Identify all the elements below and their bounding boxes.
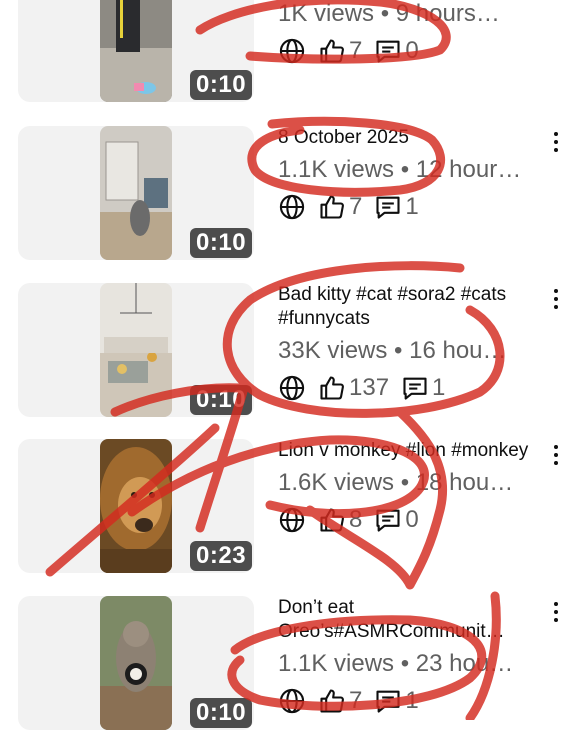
comment-count: 0 [405, 506, 419, 533]
more-options-button[interactable] [549, 602, 563, 628]
globe-icon [278, 37, 306, 65]
video-views-age: 33K views • 16 hou… [278, 337, 507, 364]
video-views-age: 1K views • 9 hours… [278, 0, 500, 27]
globe-icon [278, 687, 306, 715]
video-views-age: 1.6K views • 18 hou… [278, 469, 514, 496]
thumbnail-card[interactable]: 0:10 [18, 126, 254, 260]
comment-icon [401, 374, 429, 402]
duration-badge: 0:23 [190, 541, 253, 571]
comment-icon [374, 37, 402, 65]
video-title[interactable]: 8 October 2025 [278, 126, 544, 150]
duration-badge: 0:10 [190, 698, 253, 728]
comment-icon [374, 506, 402, 534]
thumbs-up-icon [318, 506, 346, 534]
thumbs-up-icon [318, 374, 346, 402]
more-options-button[interactable] [549, 289, 563, 315]
comment-icon [374, 687, 402, 715]
thumbs-up-icon [318, 193, 346, 221]
comment-icon [374, 193, 402, 221]
like-count: 7 [349, 687, 363, 714]
globe-icon [278, 506, 306, 534]
video-row[interactable]: 0:10 8 October 2025 1.1K views • 12 hour… [0, 126, 581, 262]
thumbnail-card[interactable]: 0:10 [18, 283, 254, 417]
video-views-age: 1.1K views • 12 hour… [278, 156, 522, 183]
video-thumbnail[interactable] [100, 283, 172, 417]
like-count: 137 [349, 374, 390, 401]
video-title[interactable]: Bad kitty #cat #sora2 #cats #funnycats [278, 283, 544, 331]
comment-count: 0 [405, 37, 419, 64]
globe-icon [278, 193, 306, 221]
more-options-button[interactable] [549, 132, 563, 158]
thumbnail-card[interactable]: 0:23 [18, 439, 254, 573]
like-count: 8 [349, 506, 363, 533]
video-row[interactable]: 0:10 Don’t eat Oreo’s#ASMRCommunit… 1.1K… [0, 596, 581, 732]
comment-count: 1 [405, 687, 419, 714]
globe-icon [278, 374, 306, 402]
thumbs-up-icon [318, 687, 346, 715]
video-thumbnail[interactable] [100, 126, 172, 260]
comment-count: 1 [405, 193, 419, 220]
video-row[interactable]: 0:23 Lion v monkey #lion #monkey 1.6K vi… [0, 439, 581, 575]
thumbnail-card[interactable]: 0:10 [18, 596, 254, 730]
video-thumbnail[interactable] [100, 596, 172, 730]
like-count: 7 [349, 37, 363, 64]
video-row[interactable]: 0:10 Bad kitty #cat #sora2 #cats #funnyc… [0, 283, 581, 419]
duration-badge: 0:10 [190, 70, 253, 100]
video-views-age: 1.1K views • 23 hou… [278, 650, 514, 677]
like-count: 7 [349, 193, 363, 220]
video-title[interactable]: Don’t eat Oreo’s#ASMRCommunit… [278, 596, 544, 644]
duration-badge: 0:10 [190, 385, 253, 415]
video-row[interactable]: 0:10 1K views • 9 hours… 7 0 [0, 0, 581, 104]
video-thumbnail[interactable] [100, 439, 172, 573]
thumbnail-card[interactable]: 0:10 [18, 0, 254, 102]
more-options-button[interactable] [549, 445, 563, 471]
video-title[interactable]: Lion v monkey #lion #monkey [278, 439, 544, 463]
comment-count: 1 [432, 374, 446, 401]
thumbs-up-icon [318, 37, 346, 65]
duration-badge: 0:10 [190, 228, 253, 258]
video-thumbnail[interactable] [100, 0, 172, 102]
